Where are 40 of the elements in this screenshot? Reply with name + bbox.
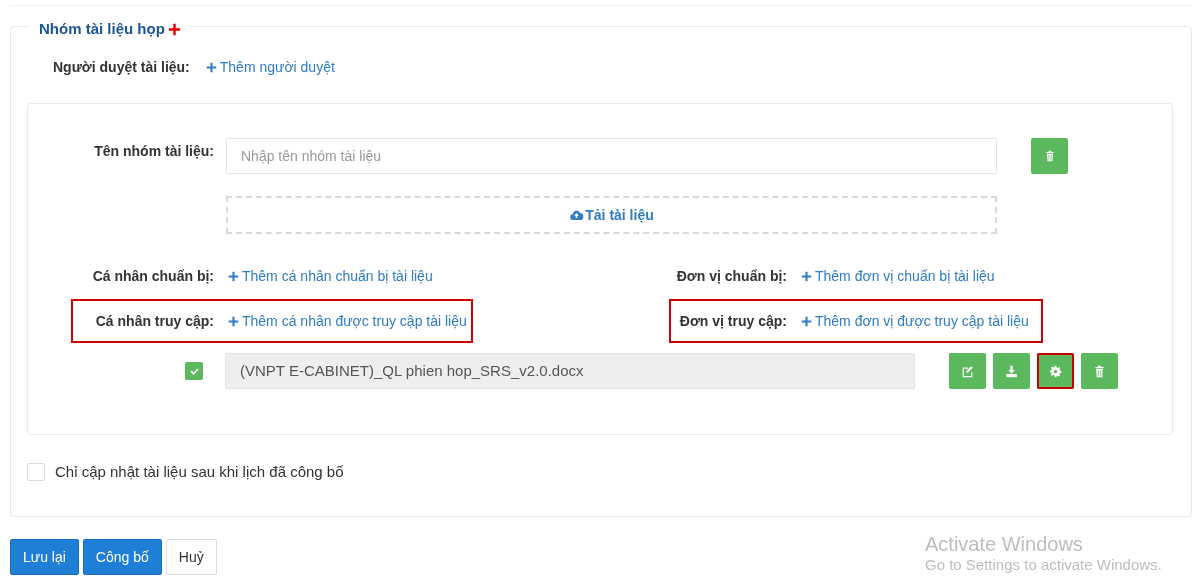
settings-button[interactable] <box>1037 353 1074 389</box>
action-button[interactable]: Huỷ <box>165 539 217 575</box>
field-label: Người duyệt tài liệu: <box>53 58 190 77</box>
add-link[interactable]: Thêm đơn vị được truy cập tài liệu <box>801 310 1029 332</box>
checkbox[interactable] <box>185 362 203 380</box>
plus-icon <box>801 270 812 282</box>
add-link[interactable]: Thêm đơn vị chuẩn bị tài liệu <box>801 265 995 287</box>
file-name-field: (VNPT E-CABINET)_QL phien hop_SRS_v2.0.docx <box>225 353 915 389</box>
download-icon <box>1005 364 1018 378</box>
plus-icon <box>167 22 181 36</box>
add-reviewer-link[interactable]: Thêm người duyệt <box>205 57 335 78</box>
delete-button[interactable] <box>1081 353 1118 389</box>
download-button[interactable] <box>993 353 1030 389</box>
trash-icon <box>1043 150 1056 162</box>
delete-button[interactable] <box>1031 138 1068 174</box>
cloud-upload-icon <box>569 208 585 222</box>
action-button[interactable]: Công bố <box>82 539 162 575</box>
gear-icon <box>1049 364 1062 378</box>
checkbox-label: Chỉ cập nhật tài liệu sau khi lịch đã công bố <box>55 462 344 482</box>
os-notice-text: Go to Settings to activate Windows. <box>925 556 1162 574</box>
group-legend: Nhóm tài liệu họp <box>39 18 165 41</box>
edit-button[interactable] <box>949 353 986 389</box>
field-label: Cá nhân truy cập: <box>94 311 214 331</box>
field-label: Cá nhân chuẩn bị: <box>91 266 214 286</box>
plus-icon <box>801 315 812 327</box>
field-label: Đơn vị chuẩn bị: <box>675 266 787 286</box>
name-field[interactable]: Nhập tên nhóm tài liệu <box>226 138 997 174</box>
field-label: Tên nhóm tài liệu: <box>93 142 214 161</box>
edit-icon <box>961 364 974 378</box>
plus-icon <box>228 270 239 282</box>
os-notice-title: Activate Windows <box>925 532 1084 556</box>
upload-link[interactable]: Tải tài liệu <box>569 204 654 226</box>
plus-icon <box>228 315 239 327</box>
field-label: Đơn vị truy cập: <box>678 311 787 331</box>
add-link[interactable]: Thêm cá nhân chuẩn bị tài liệu <box>228 265 433 287</box>
add-link[interactable]: Thêm cá nhân được truy cập tài liệu <box>228 310 467 332</box>
plus-icon <box>205 62 217 73</box>
trash-icon <box>1093 364 1106 378</box>
checkbox[interactable] <box>27 463 45 482</box>
action-button[interactable]: Lưu lại <box>10 539 79 575</box>
